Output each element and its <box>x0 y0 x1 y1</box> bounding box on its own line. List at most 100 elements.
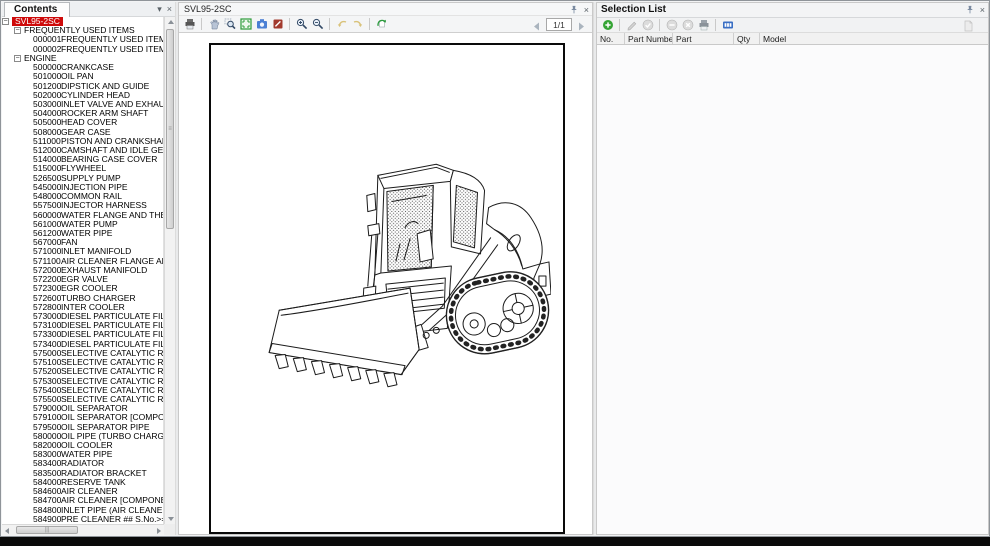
selection-table-header[interactable]: No.Part NumberPartQtyModel <box>597 33 988 45</box>
tree-item[interactable]: 511000PISTON AND CRANKSHAFT <box>2 137 163 146</box>
tree-root[interactable]: −SVL95-2SC <box>2 17 163 26</box>
tree-item[interactable]: 584700AIR CLEANER [COMPONENT PAR <box>2 496 163 505</box>
remove-icon[interactable] <box>665 19 678 32</box>
tree-item[interactable]: 579000OIL SEPARATOR <box>2 404 163 413</box>
tree-item[interactable]: 579500OIL SEPARATOR PIPE <box>2 423 163 432</box>
tree-item[interactable]: 575400SELECTIVE CATALYTIC REDUCT <box>2 386 163 395</box>
tree-item[interactable]: 575200SELECTIVE CATALYTIC REDUCT <box>2 367 163 376</box>
tree-item[interactable]: 575500SELECTIVE CATALYTIC REDUCT <box>2 395 163 404</box>
tree-item[interactable]: 573100DIESEL PARTICULATE FILTER M <box>2 321 163 330</box>
tree-item[interactable]: 557500INJECTOR HARNESS <box>2 201 163 210</box>
tree-item[interactable]: 560000WATER FLANGE AND THERMOST <box>2 211 163 220</box>
tree-item[interactable]: 572000EXHAUST MANIFOLD <box>2 266 163 275</box>
tree-item[interactable]: 514000BEARING CASE COVER <box>2 155 163 164</box>
close-icon[interactable]: × <box>980 4 985 16</box>
scroll-up-icon[interactable] <box>168 20 174 24</box>
collapse-icon[interactable]: − <box>2 18 9 25</box>
tree-item[interactable]: 573000DIESEL PARTICULATE FILTER M <box>2 312 163 321</box>
tree-item[interactable]: 579100OIL SEPARATOR [COMPONENT P <box>2 413 163 422</box>
scrollbar-thumb[interactable]: ≡ <box>166 29 174 229</box>
zoom-area-icon[interactable] <box>223 18 236 31</box>
drawing-viewer[interactable] <box>179 33 592 534</box>
tree-item[interactable]: 512000CAMSHAFT AND IDLE GEAR SHA <box>2 146 163 155</box>
tree-item[interactable]: 573300DIESEL PARTICULATE FILTER M <box>2 330 163 339</box>
zoom-out-icon[interactable] <box>311 18 324 31</box>
tree-item[interactable]: 561200WATER PIPE <box>2 229 163 238</box>
tree-item[interactable]: 503000INLET VALVE AND EXHAUST VAL <box>2 100 163 109</box>
contents-vertical-scrollbar[interactable]: ≡ <box>164 17 175 524</box>
viewer-tab[interactable]: SVL95-2SC <box>184 4 232 14</box>
tree-item[interactable]: 515000FLYWHEEL <box>2 165 163 174</box>
prev-view-icon[interactable] <box>335 18 348 31</box>
tree-item[interactable]: 580000OIL PIPE (TURBO CHARGER) <box>2 432 163 441</box>
collapse-icon[interactable]: − <box>14 27 21 34</box>
tree-section[interactable]: −FREQUENTLY USED ITEMS <box>2 26 163 35</box>
selection-table-body[interactable] <box>597 45 988 534</box>
tree-item[interactable]: 526500SUPPLY PUMP <box>2 174 163 183</box>
tree-item[interactable]: 000001FREQUENTLY USED ITEMS <box>2 35 163 44</box>
pan-icon[interactable] <box>207 18 220 31</box>
column-header-qty[interactable]: Qty <box>734 33 760 44</box>
tree-item[interactable]: 583000WATER PIPE <box>2 450 163 459</box>
confirm-icon[interactable] <box>641 19 654 32</box>
tree-item[interactable]: 584600AIR CLEANER <box>2 487 163 496</box>
tree-item[interactable]: 582000OIL COOLER <box>2 441 163 450</box>
column-header-partnumber[interactable]: Part Number <box>625 33 673 44</box>
pin-icon[interactable] <box>569 5 579 15</box>
tree-item[interactable]: 573400DIESEL PARTICULATE FILTER D <box>2 340 163 349</box>
tree-item[interactable]: 505000HEAD COVER <box>2 118 163 127</box>
column-header-no[interactable]: No. <box>597 33 625 44</box>
tree-item[interactable]: 571000INLET MANIFOLD <box>2 247 163 256</box>
contents-horizontal-scrollbar[interactable]: ||| <box>2 524 164 535</box>
zoom-in-icon[interactable] <box>295 18 308 31</box>
capture-icon[interactable] <box>255 18 268 31</box>
tree-item[interactable]: 545000INJECTION PIPE <box>2 183 163 192</box>
drawing-page[interactable] <box>209 43 565 534</box>
marker-icon[interactable] <box>271 18 284 31</box>
tree-item[interactable]: 584800INLET PIPE (AIR CLEANER) <box>2 506 163 515</box>
tree-item[interactable]: 572600TURBO CHARGER <box>2 294 163 303</box>
tree-item[interactable]: 583400RADIATOR <box>2 460 163 469</box>
tree-item[interactable]: 000002FREQUENTLY USED ITEMS <box>2 45 163 54</box>
print-icon[interactable] <box>697 19 710 32</box>
tree-item[interactable]: 584000RESERVE TANK <box>2 478 163 487</box>
delete-icon[interactable] <box>681 19 694 32</box>
column-header-part[interactable]: Part <box>673 33 734 44</box>
edit-icon[interactable] <box>625 19 638 32</box>
scroll-right-icon[interactable] <box>157 528 161 534</box>
tree-item[interactable]: 500000CRANKCASE <box>2 63 163 72</box>
tree-item[interactable]: 572800INTER COOLER <box>2 303 163 312</box>
tree-item[interactable]: 571100AIR CLEANER FLANGE AND THR <box>2 257 163 266</box>
tree-item[interactable]: 504000ROCKER ARM SHAFT <box>2 109 163 118</box>
tree-item[interactable]: 501200DIPSTICK AND GUIDE <box>2 82 163 91</box>
next-page-icon[interactable] <box>576 19 587 30</box>
tree-item[interactable]: 572300EGR COOLER <box>2 284 163 293</box>
add-icon[interactable] <box>601 19 614 32</box>
tree-item[interactable]: 583500RADIATOR BRACKET <box>2 469 163 478</box>
print-icon[interactable] <box>183 18 196 31</box>
tree-item[interactable]: 502000CYLINDER HEAD <box>2 91 163 100</box>
pin-icon[interactable] <box>965 5 975 15</box>
close-icon[interactable]: × <box>167 3 172 15</box>
scroll-left-icon[interactable] <box>5 528 9 534</box>
column-header-model[interactable]: Model <box>760 33 988 44</box>
next-view-icon[interactable] <box>351 18 364 31</box>
tree-section[interactable]: −ENGINE <box>2 54 163 63</box>
previous-page-icon[interactable] <box>531 19 542 30</box>
panel-menu-icon[interactable]: ▾ <box>157 3 162 15</box>
tree-item[interactable]: 508000GEAR CASE <box>2 128 163 137</box>
fit-page-icon[interactable] <box>239 18 252 31</box>
collapse-icon[interactable]: − <box>14 55 21 62</box>
tree-item[interactable]: 501000OIL PAN <box>2 72 163 81</box>
tree-item[interactable]: 548000COMMON RAIL <box>2 192 163 201</box>
tree-item[interactable]: 572200EGR VALVE <box>2 275 163 284</box>
report-icon[interactable] <box>961 19 974 32</box>
tree-item[interactable]: 575300SELECTIVE CATALYTIC REDUCT <box>2 377 163 386</box>
tree-item[interactable]: 575000SELECTIVE CATALYTIC REDUCT <box>2 349 163 358</box>
tree-item[interactable]: 575100SELECTIVE CATALYTIC REDUCT <box>2 358 163 367</box>
tree-item[interactable]: 561000WATER PUMP <box>2 220 163 229</box>
export-icon[interactable] <box>721 19 734 32</box>
tree-item[interactable]: 567000FAN <box>2 238 163 247</box>
tree-item[interactable]: 584900PRE CLEANER ## S.No.>=3922 <box>2 515 163 524</box>
contents-tab[interactable]: Contents <box>4 2 70 17</box>
